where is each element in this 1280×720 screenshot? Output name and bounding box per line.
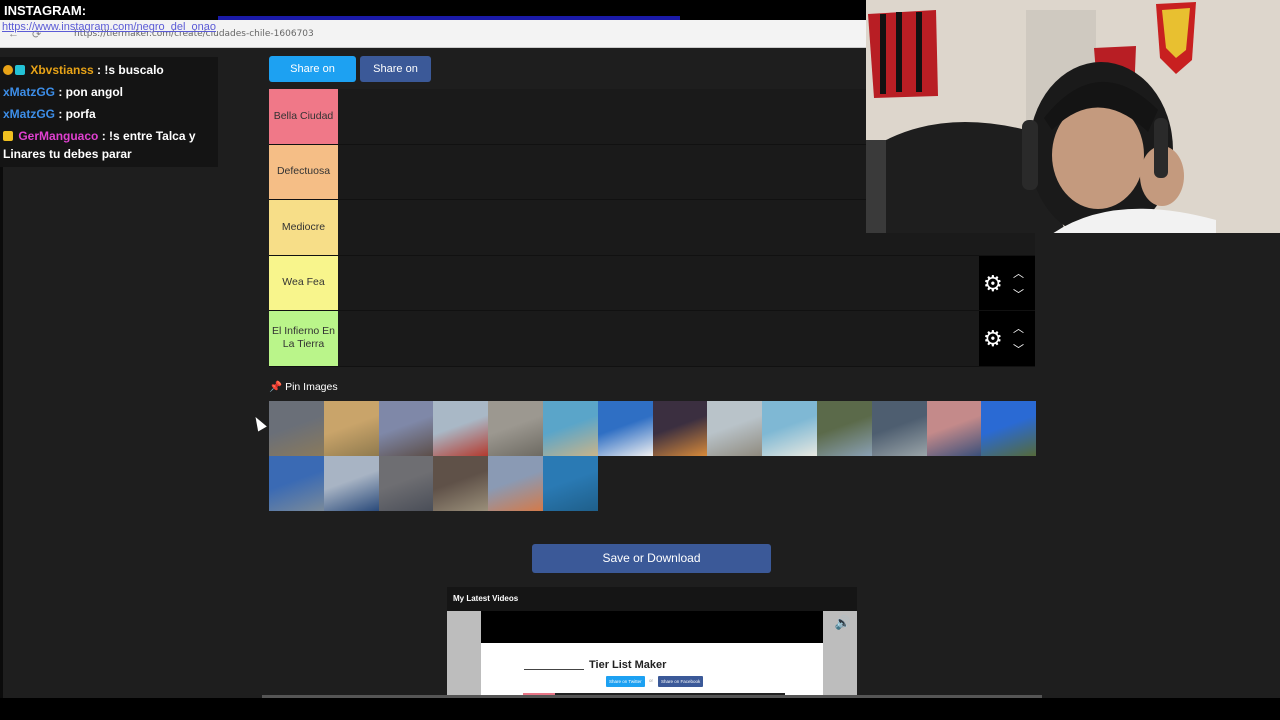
badge-icon — [15, 65, 25, 75]
tier-dropzone[interactable] — [338, 255, 1035, 310]
gear-icon[interactable]: ⚙ — [983, 328, 1005, 350]
tier-row: El Infierno En La Tierra ⚙ ︿ ﹀ — [269, 311, 1035, 367]
chat-text: : !s buscalo — [93, 63, 164, 77]
webcam-image — [866, 0, 1280, 233]
video-heading: Tier List Maker — [589, 659, 667, 671]
chevron-down-icon[interactable]: ﹀ — [1013, 286, 1024, 302]
city-image-thumb[interactable] — [323, 401, 379, 456]
city-image-thumb[interactable] — [597, 401, 653, 456]
city-image-thumb[interactable] — [543, 401, 598, 456]
city-image-thumb[interactable] — [433, 401, 489, 456]
video-twitter-button: Share on Twitter — [606, 676, 645, 687]
city-image-thumb[interactable] — [269, 455, 324, 511]
city-image-thumb[interactable] — [762, 401, 817, 456]
video-preview: Tier List Maker Share on Twitter or Shar… — [481, 643, 823, 697]
share-twitter-button[interactable]: Share on Twitter — [269, 56, 356, 101]
chat-username: xMatzGG — [3, 85, 56, 99]
share-fb-button[interactable]: Share on FB — [360, 56, 431, 101]
overlay-bottom-bar — [0, 698, 1280, 720]
city-image-thumb[interactable] — [926, 401, 982, 456]
tier-label[interactable]: Bella Ciudad — [269, 89, 338, 144]
instagram-link: https://www.instagram.com/negro_del_onao — [2, 22, 217, 33]
city-image-thumb[interactable] — [488, 455, 543, 511]
video-player[interactable]: Tier List Maker Share on Twitter or Shar… — [447, 611, 857, 697]
city-image-thumb[interactable] — [543, 455, 598, 511]
city-image-thumb[interactable] — [817, 401, 872, 456]
tier-label[interactable]: Mediocre — [269, 200, 338, 255]
chat-username: GerManguaco — [18, 129, 99, 143]
city-image-thumb[interactable] — [323, 455, 379, 511]
chat-message: xMatzGG : pon angol — [3, 81, 215, 103]
city-image-thumb[interactable] — [488, 401, 543, 456]
speaker-icon[interactable]: 🔊 — [835, 615, 851, 631]
city-image-thumb[interactable] — [981, 401, 1037, 456]
chat-message: Xbvstianss : !s buscalo — [3, 59, 215, 81]
image-pool — [269, 401, 1037, 511]
tier-row: Wea Fea ⚙ ︿ ﹀ — [269, 255, 1035, 311]
city-image-thumb[interactable] — [378, 401, 434, 456]
chat-message: GerManguaco : !s entre Talca y Linares t… — [3, 125, 215, 165]
gear-icon[interactable]: ⚙ — [983, 272, 1005, 295]
chevron-up-icon[interactable]: ︿ — [1013, 265, 1024, 281]
badge-icon — [3, 65, 13, 75]
chat-message: xMatzGG : porfa — [3, 103, 215, 125]
crown-icon — [3, 131, 13, 141]
video-top-area — [481, 611, 823, 643]
instagram-label: INSTAGRAM: — [4, 3, 87, 18]
stream-screen: INSTAGRAM: ← ⟳ https://tiermaker.com/cre… — [0, 0, 1280, 720]
video-fb-button: Share on Facebook — [658, 676, 704, 687]
tier-label[interactable]: El Infierno En La Tierra — [269, 311, 338, 366]
pin-icon: 📌 — [269, 381, 283, 393]
chevron-up-icon[interactable]: ︿ — [1013, 320, 1024, 336]
chat-username: xMatzGG — [3, 107, 56, 121]
city-image-thumb[interactable] — [269, 401, 324, 456]
city-image-thumb[interactable] — [871, 401, 927, 456]
webcam-feed — [866, 0, 1280, 233]
city-image-thumb[interactable] — [707, 401, 763, 456]
latest-videos-panel: My Latest Videos Tier List Maker Share o… — [447, 587, 857, 697]
pin-images-toggle[interactable]: 📌 Pin Images — [269, 380, 338, 393]
mouse-cursor — [251, 414, 267, 432]
tier-label[interactable]: Wea Fea — [269, 255, 338, 310]
city-image-thumb[interactable] — [652, 401, 708, 456]
pin-images-label: Pin Images — [285, 381, 338, 393]
video-or-text: or — [649, 678, 654, 683]
tier-controls: ⚙ ︿ ﹀ — [979, 255, 1035, 310]
tier-label[interactable]: Defectuosa — [269, 144, 338, 199]
chat-username: Xbvstianss — [30, 63, 94, 77]
city-image-thumb[interactable] — [433, 455, 489, 511]
video-underline — [524, 669, 584, 670]
chat-panel: Xbvstianss : !s buscalo xMatzGG : pon an… — [0, 57, 218, 167]
chevron-down-icon[interactable]: ﹀ — [1013, 341, 1024, 357]
chat-text: : porfa — [55, 107, 96, 121]
save-download-button[interactable]: Save or Download — [532, 544, 771, 573]
city-image-thumb[interactable] — [378, 455, 434, 511]
chat-text: : pon angol — [55, 85, 124, 99]
tier-controls: ⚙ ︿ ﹀ — [979, 311, 1035, 366]
latest-videos-title: My Latest Videos — [453, 594, 519, 603]
tier-dropzone[interactable] — [338, 311, 1035, 366]
